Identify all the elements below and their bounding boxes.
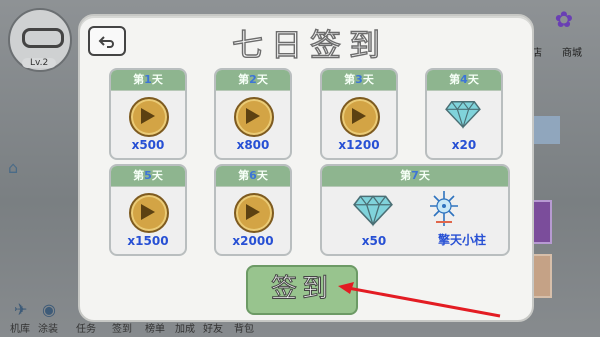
day-number: 2 <box>249 73 257 86</box>
day-number: 1 <box>144 73 152 86</box>
red-arrow-icon <box>338 282 501 318</box>
coin-icon <box>234 97 274 137</box>
reward-name: 擎天小柱 <box>437 233 486 247</box>
day-suffix: 天 <box>362 73 374 86</box>
bottom-label-friends: 好友 <box>203 324 223 335</box>
reward-card-day-1[interactable]: 第1天 x500 <box>109 68 187 160</box>
reward-card-day-7[interactable]: 第7天 x50 擎天小柱 <box>320 164 510 256</box>
coin-icon <box>129 97 169 137</box>
day-suffix: 天 <box>151 169 163 182</box>
bottom-label-bag: 背包 <box>234 324 254 335</box>
shop-icon[interactable]: ✿ <box>552 8 576 34</box>
day-number: 3 <box>355 73 363 86</box>
day-prefix: 第 <box>133 169 145 182</box>
reward-card-day-5[interactable]: 第5天 x1500 <box>109 164 187 256</box>
day-suffix: 天 <box>256 73 268 86</box>
day-header: 第1天 <box>111 70 185 91</box>
paint-icon[interactable]: ◉ <box>42 300 56 319</box>
reward-amount: x50 <box>361 234 387 248</box>
bottom-label-boost: 加成 <box>175 324 195 335</box>
reward-amount: x20 <box>451 138 477 152</box>
day-header: 第5天 <box>111 166 185 187</box>
day-prefix: 第 <box>449 73 461 86</box>
bottom-label-signin: 签到 <box>112 324 132 335</box>
bottom-label-rank: 榜单 <box>145 324 165 335</box>
day-suffix: 天 <box>256 169 268 182</box>
hangar-icon[interactable]: ✈ <box>14 300 27 319</box>
day-suffix: 天 <box>151 73 163 86</box>
bottom-label-hangar: 机库 <box>10 324 30 335</box>
day-prefix: 第 <box>344 73 356 86</box>
day-number: 6 <box>249 169 257 182</box>
reward-card-day-3[interactable]: 第3天 x1200 <box>320 68 398 160</box>
day-number: 5 <box>144 169 152 182</box>
reward-card-day-2[interactable]: 第2天 x800 <box>214 68 292 160</box>
day-header: 第7天 <box>322 166 508 187</box>
day-prefix: 第 <box>400 169 412 182</box>
diamond-icon <box>353 195 393 227</box>
bottom-label-paint: 涂装 <box>38 324 58 335</box>
reward-amount: x2000 <box>232 234 274 248</box>
back-button[interactable] <box>88 26 126 56</box>
reward-card-day-6[interactable]: 第6天 x2000 <box>214 164 292 256</box>
day-header: 第2天 <box>216 70 290 91</box>
day-header: 第4天 <box>427 70 501 91</box>
day-prefix: 第 <box>133 73 145 86</box>
coin-icon <box>234 193 274 233</box>
diamond-icon <box>445 100 481 130</box>
background-card <box>530 116 560 144</box>
day-header: 第6天 <box>216 166 290 187</box>
reward-amount: x1200 <box>338 138 380 152</box>
coin-icon <box>129 193 169 233</box>
coin-icon <box>340 97 380 137</box>
day-number: 4 <box>460 73 468 86</box>
robot-icon <box>430 191 458 226</box>
page-title: 七日签到 <box>231 27 388 64</box>
reward-amount: x500 <box>131 138 165 152</box>
day-prefix: 第 <box>238 73 250 86</box>
settings-icon[interactable]: ⌂ <box>8 158 28 178</box>
player-level: Lv.2 <box>22 58 57 68</box>
day-number: 7 <box>411 169 419 182</box>
bottom-label-task: 任务 <box>76 324 96 335</box>
day-suffix: 天 <box>418 169 430 182</box>
day-prefix: 第 <box>238 169 250 182</box>
reward-card-day-4[interactable]: 第4天 x20 <box>425 68 503 160</box>
day-suffix: 天 <box>467 73 479 86</box>
back-arrow-icon <box>98 36 114 48</box>
reward-amount: x1500 <box>127 234 169 248</box>
top-label-2: 商城 <box>562 48 582 59</box>
day-header: 第3天 <box>322 70 396 91</box>
reward-amount: x800 <box>236 138 270 152</box>
